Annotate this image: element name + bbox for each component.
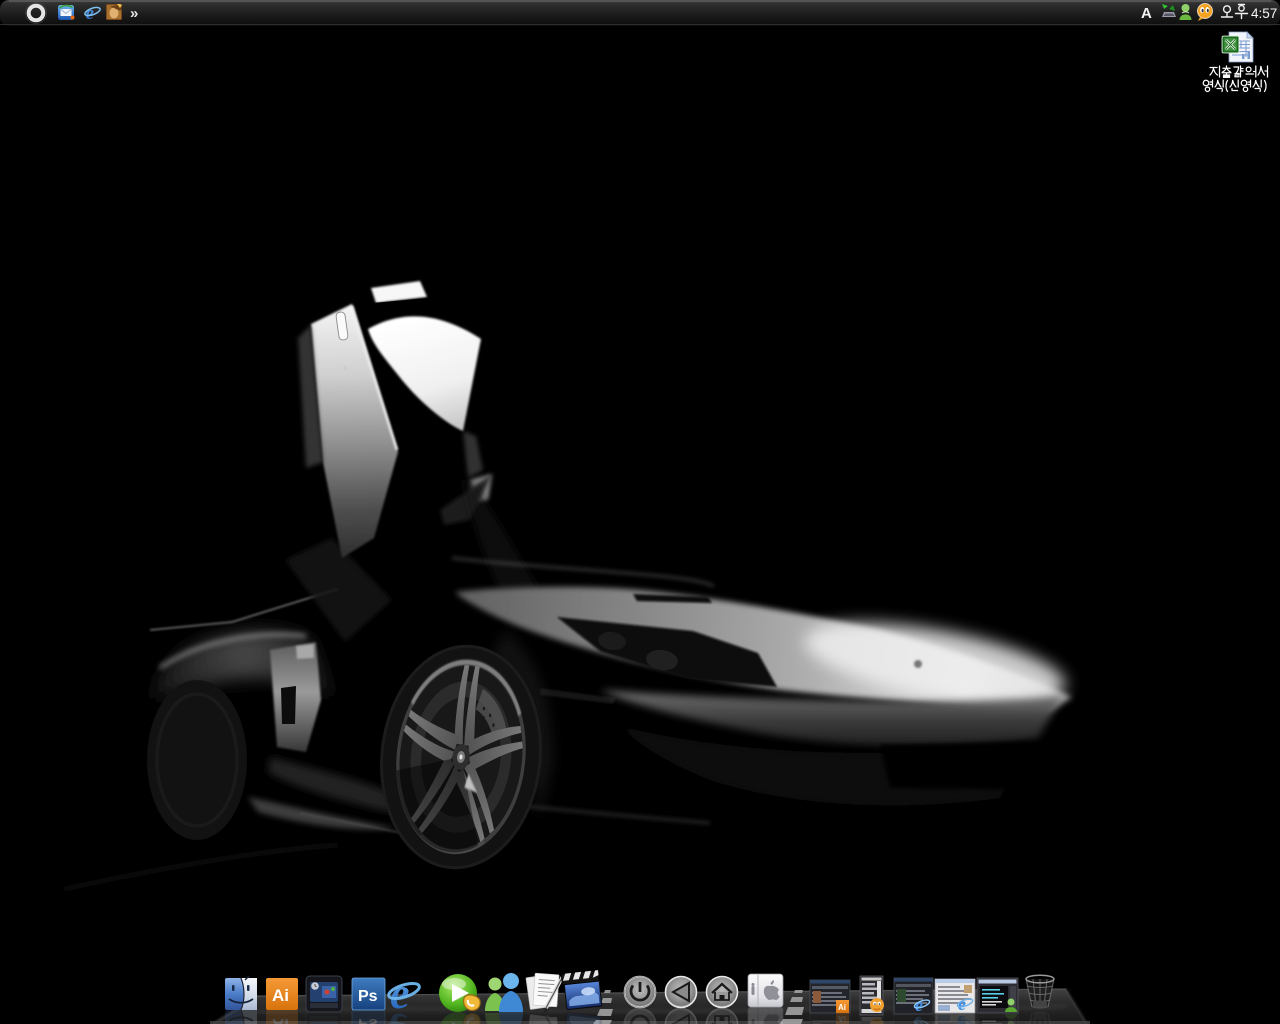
svg-text:A: A [1141, 5, 1152, 22]
svg-text:e: e [958, 994, 966, 1014]
svg-text:Ps: Ps [358, 988, 378, 1005]
svg-text:4:57: 4:57 [1251, 6, 1277, 21]
svg-text:e: e [86, 3, 95, 24]
svg-text:e: e [915, 995, 923, 1015]
svg-text:Ai: Ai [838, 1003, 846, 1012]
svg-text:»: » [130, 5, 138, 22]
svg-text:Ai: Ai [272, 986, 289, 1005]
